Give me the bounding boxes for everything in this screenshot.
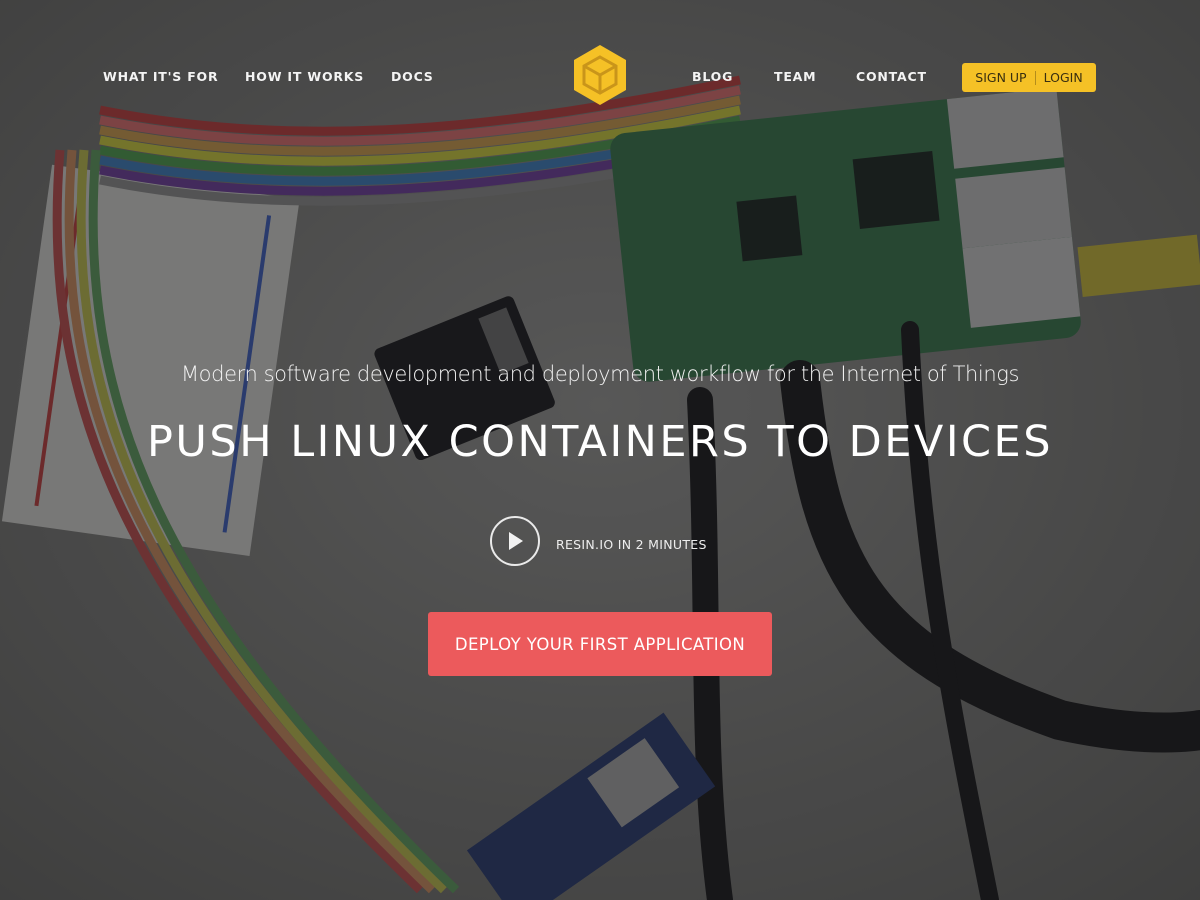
nav-link-team[interactable]: TEAM [774, 69, 816, 84]
hexagon-cube-icon [574, 45, 626, 105]
video-label[interactable]: RESIN.IO IN 2 MINUTES [556, 537, 707, 552]
nav-link-docs[interactable]: DOCS [391, 69, 434, 84]
hero-tagline: Modern software development and deployme… [180, 362, 1020, 386]
auth-button-group: SIGN UP LOGIN [962, 63, 1096, 92]
hero-headline: PUSH LINUX CONTAINERS TO DEVICES [147, 417, 1053, 467]
deploy-first-app-button[interactable]: DEPLOY YOUR FIRST APPLICATION [428, 612, 772, 676]
login-button[interactable]: LOGIN [1036, 70, 1091, 85]
play-icon [509, 532, 523, 550]
logo[interactable] [571, 43, 629, 107]
nav-link-how-it-works[interactable]: HOW IT WORKS [245, 69, 364, 84]
nav-link-blog[interactable]: BLOG [692, 69, 733, 84]
play-video-button[interactable] [490, 516, 540, 566]
signup-button[interactable]: SIGN UP [967, 70, 1034, 85]
nav-link-what-its-for[interactable]: WHAT IT'S FOR [103, 69, 218, 84]
nav-link-contact[interactable]: CONTACT [856, 69, 927, 84]
